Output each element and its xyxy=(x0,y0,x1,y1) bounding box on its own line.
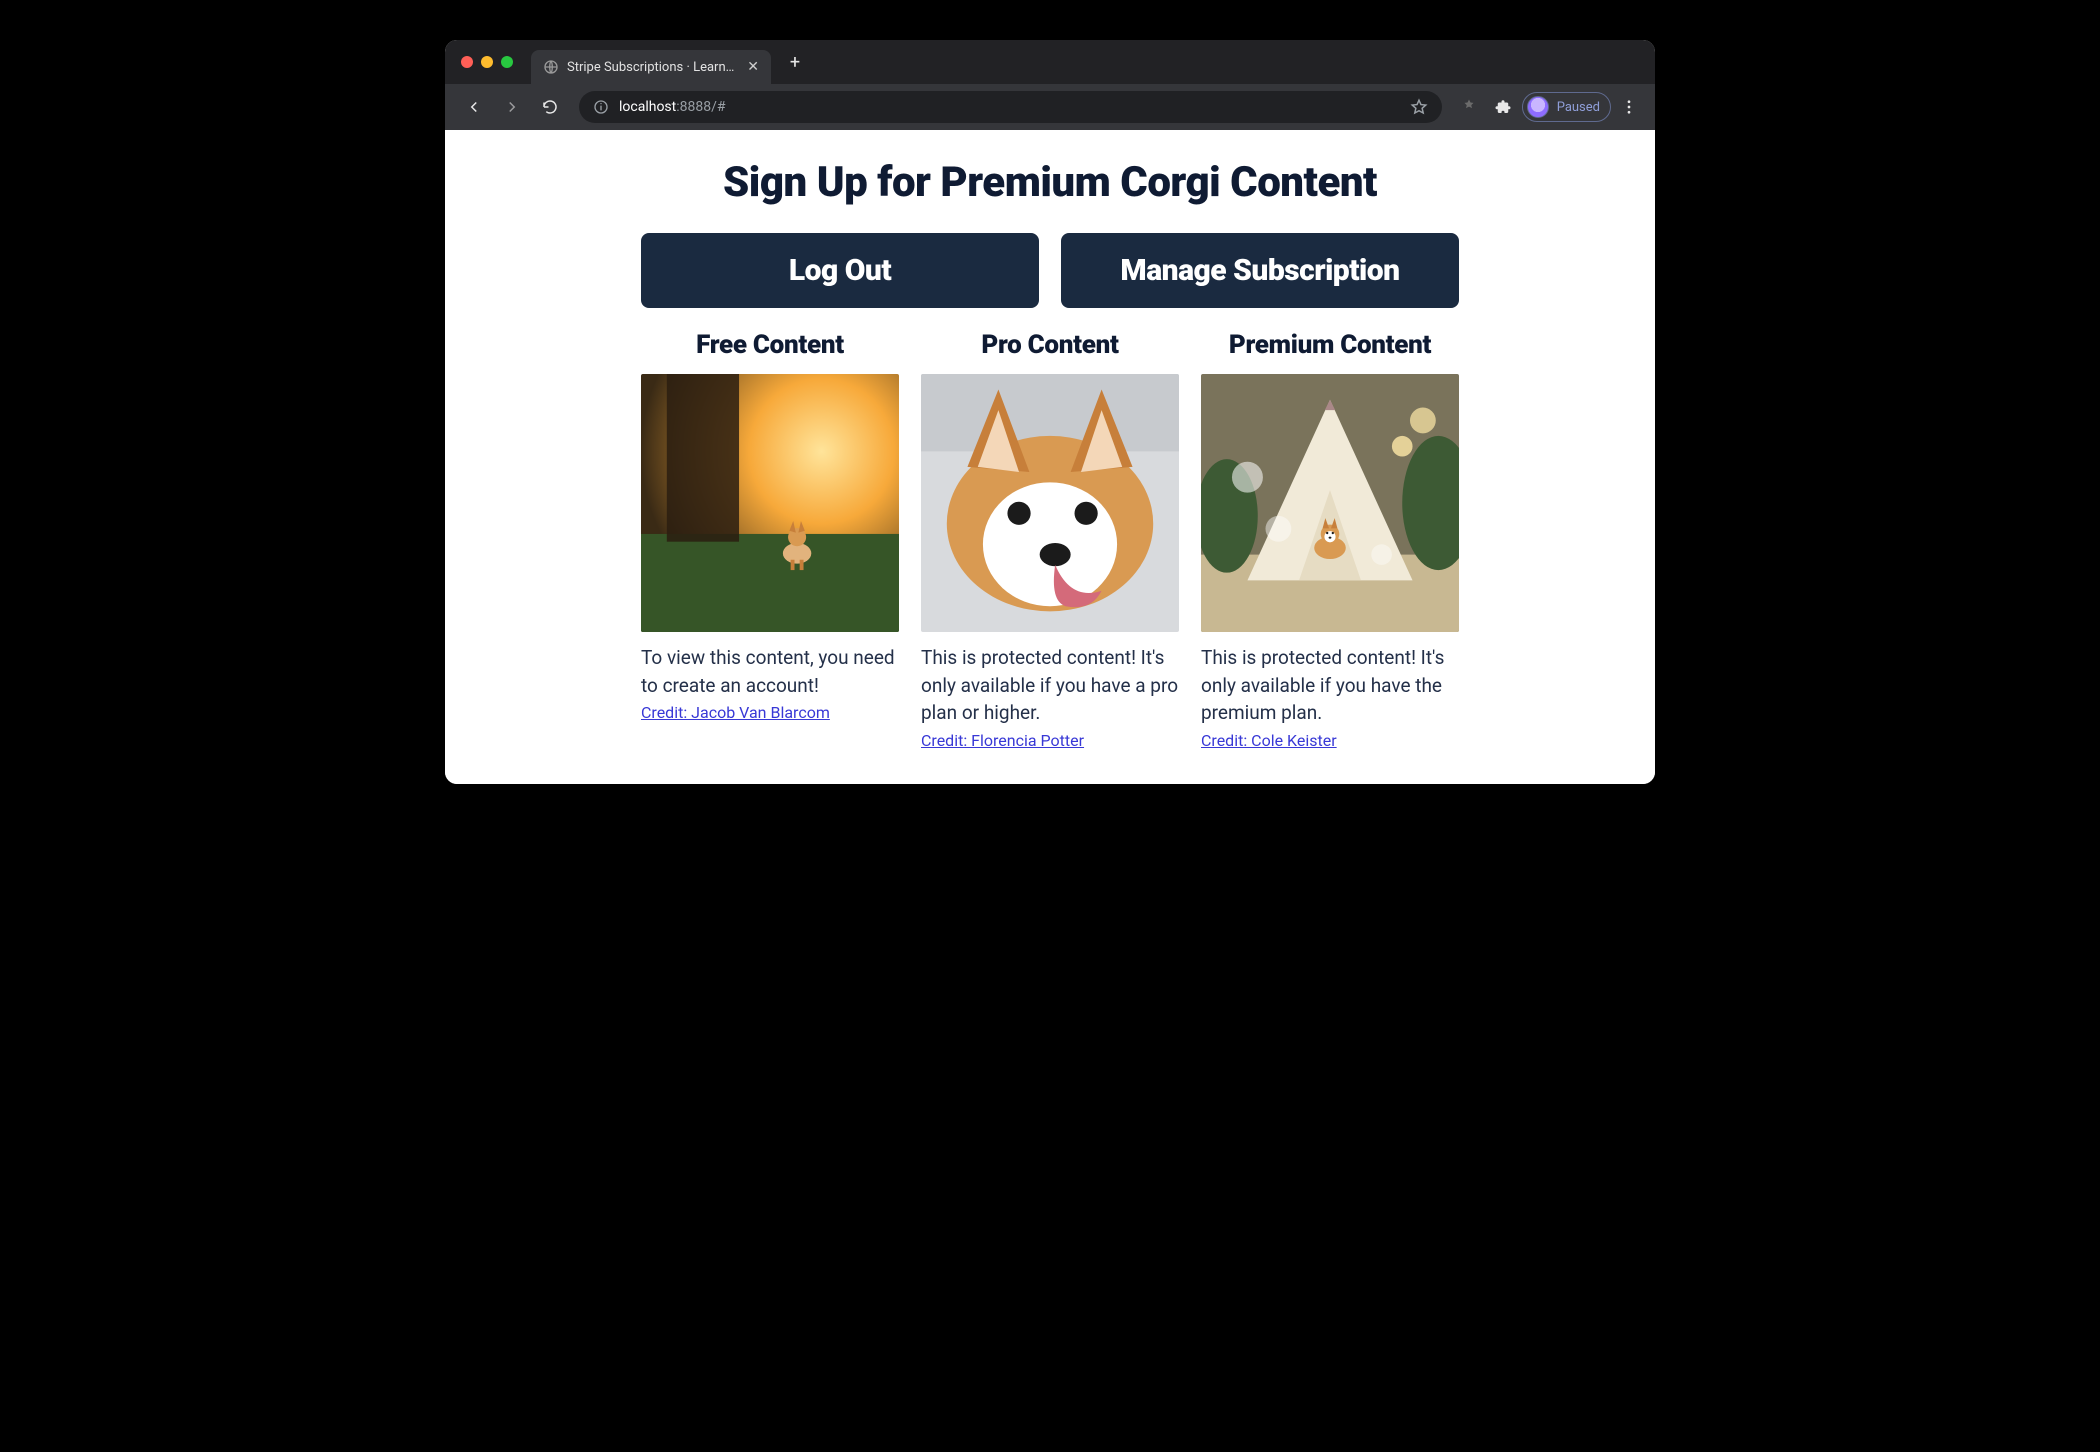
tier-image xyxy=(1201,374,1459,632)
titlebar: Stripe Subscriptions · Learn Wi ✕ + xyxy=(445,40,1655,84)
extension-icon[interactable] xyxy=(1454,92,1484,122)
maximize-window-button[interactable] xyxy=(501,56,513,68)
tier-pro: Pro Content xyxy=(921,330,1179,750)
tier-heading: Pro Content xyxy=(921,330,1179,360)
tier-image xyxy=(641,374,899,632)
page-title: Sign Up for Premium Corgi Content xyxy=(485,158,1615,207)
window-controls xyxy=(461,56,513,68)
tier-row: Free Content xyxy=(485,330,1615,750)
browser-window: Stripe Subscriptions · Learn Wi ✕ + loca… xyxy=(445,40,1655,784)
new-tab-button[interactable]: + xyxy=(781,48,809,76)
log-out-button[interactable]: Log Out xyxy=(641,233,1039,308)
tier-credit-link[interactable]: Credit: Florencia Potter xyxy=(921,731,1084,750)
url-host: localhost xyxy=(619,99,676,115)
tier-description: To view this content, you need to create… xyxy=(641,644,899,699)
extensions-menu-icon[interactable] xyxy=(1488,92,1518,122)
tier-credit-link[interactable]: Credit: Cole Keister xyxy=(1201,731,1337,750)
tier-image xyxy=(921,374,1179,632)
url-port: :8888 xyxy=(676,99,711,115)
browser-tab[interactable]: Stripe Subscriptions · Learn Wi ✕ xyxy=(531,50,771,84)
tier-description: This is protected content! It's only ava… xyxy=(1201,644,1459,727)
profile-chip[interactable]: Paused xyxy=(1522,92,1611,122)
close-tab-button[interactable]: ✕ xyxy=(747,59,759,75)
address-bar[interactable]: localhost:8888/# xyxy=(579,91,1442,123)
browser-menu-button[interactable] xyxy=(1615,93,1643,121)
tier-heading: Free Content xyxy=(641,330,899,360)
forward-button[interactable] xyxy=(495,90,529,124)
manage-subscription-button[interactable]: Manage Subscription xyxy=(1061,233,1459,308)
page-content: Sign Up for Premium Corgi Content Log Ou… xyxy=(445,130,1655,784)
profile-state: Paused xyxy=(1557,100,1600,115)
browser-toolbar: localhost:8888/# Paused xyxy=(445,84,1655,130)
tab-title: Stripe Subscriptions · Learn Wi xyxy=(567,60,737,75)
tier-premium: Premium Content xyxy=(1201,330,1459,750)
tier-credit-link[interactable]: Credit: Jacob Van Blarcom xyxy=(641,703,830,722)
tier-free: Free Content xyxy=(641,330,899,750)
reload-button[interactable] xyxy=(533,90,567,124)
bookmark-icon[interactable] xyxy=(1410,98,1428,116)
url-path: /# xyxy=(711,99,725,115)
site-info-icon xyxy=(593,99,609,115)
avatar xyxy=(1527,96,1549,118)
globe-icon xyxy=(543,59,559,75)
minimize-window-button[interactable] xyxy=(481,56,493,68)
tier-description: This is protected content! It's only ava… xyxy=(921,644,1179,727)
tier-heading: Premium Content xyxy=(1201,330,1459,360)
action-buttons: Log Out Manage Subscription xyxy=(485,233,1615,308)
close-window-button[interactable] xyxy=(461,56,473,68)
back-button[interactable] xyxy=(457,90,491,124)
